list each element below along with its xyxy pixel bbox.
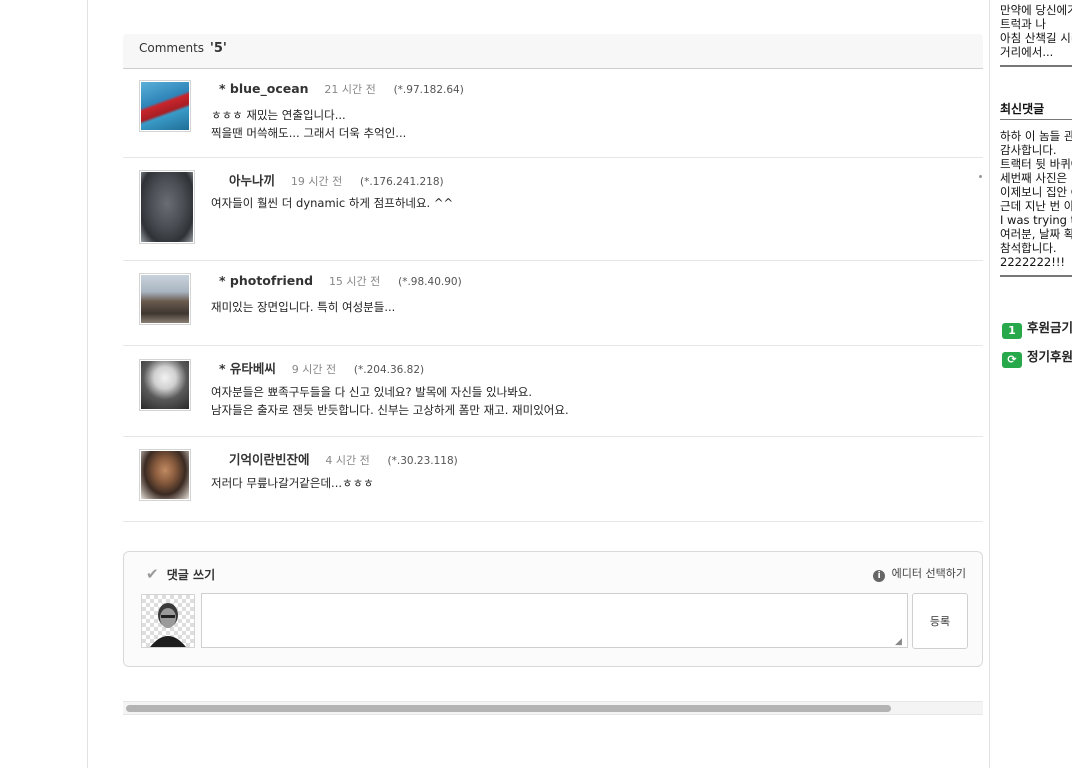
comment-body: 여자분들은 뾰족구두들을 다 신고 있네요? 발목에 자신들 있나봐요. 남자들… bbox=[211, 383, 569, 419]
comment-ip: (*.30.23.118) bbox=[387, 455, 458, 467]
recent-comment-link[interactable]: 트랙터 뒷 바퀴에 bbox=[1000, 157, 1072, 171]
comment-item: 아누나끼 19 시간 전 (*.176.241.218) 여자들이 훨씬 더 d… bbox=[123, 158, 983, 261]
horizontal-scrollbar[interactable] bbox=[123, 701, 983, 715]
comment-author[interactable]: * photofriend bbox=[219, 273, 313, 288]
sidebar-divider bbox=[1000, 275, 1072, 277]
comment-meta: 아누나끼 19 시간 전 (*.176.241.218) bbox=[229, 170, 444, 189]
comment-time: 15 시간 전 bbox=[328, 275, 381, 288]
comment-line: 재미있는 장면입니다. 특히 여성분들... bbox=[211, 300, 396, 314]
comment-time: 9 시간 전 bbox=[291, 363, 337, 376]
comment-item: * blue_ocean 21 시간 전 (*.97.182.64) ㅎㅎㅎ 재… bbox=[123, 69, 983, 158]
recent-comment-link[interactable]: 2222222!!! bbox=[1000, 255, 1065, 269]
editor-select-link[interactable]: i 에디터 선택하기 bbox=[873, 565, 966, 582]
comment-avatar[interactable] bbox=[139, 80, 191, 132]
comment-time: 21 시간 전 bbox=[324, 83, 376, 96]
content-right-border bbox=[989, 0, 990, 768]
red-dress-photo-avatar-icon bbox=[141, 82, 189, 130]
comment-body: ㅎㅎㅎ 재밌는 연출입니다... 찍을땐 머쓱해도... 그래서 더욱 추억인.… bbox=[211, 106, 406, 142]
comment-textarea[interactable] bbox=[201, 593, 908, 648]
comment-avatar[interactable] bbox=[139, 449, 191, 501]
submit-comment-button[interactable]: 등록 bbox=[912, 593, 968, 649]
recent-comment-link[interactable]: I was trying to bbox=[1000, 213, 1072, 227]
comment-avatar[interactable] bbox=[139, 273, 191, 325]
comments-label-wrap: Comments '5' bbox=[139, 41, 227, 56]
man-glasses-avatar-icon bbox=[141, 451, 189, 499]
comment-body: 저러다 무릎나갈거같은데...ㅎㅎㅎ bbox=[211, 474, 374, 492]
editor-select-label[interactable]: 에디터 선택하기 bbox=[892, 567, 966, 580]
comment-meta: * 유타베씨 9 시간 전 (*.204.36.82) bbox=[219, 358, 424, 377]
recent-comment-link[interactable]: 세번째 사진은 ! bbox=[1000, 171, 1072, 185]
horizontal-scrollbar-thumb[interactable] bbox=[126, 705, 891, 712]
sidebar-divider bbox=[1000, 65, 1072, 67]
comment-line: 남자들은 출자로 잰듯 반듯합니다. 신부는 고상하게 폼만 재고. 재미있어요… bbox=[211, 403, 569, 417]
eiffel-tower-avatar-icon bbox=[141, 275, 189, 323]
recent-comments-title: 최신댓글 bbox=[1000, 102, 1045, 116]
comment-line: 저러다 무릎나갈거같은데...ㅎㅎㅎ bbox=[211, 476, 374, 490]
comment-meta: * blue_ocean 21 시간 전 (*.97.182.64) bbox=[219, 81, 464, 97]
comments-count: '5' bbox=[209, 41, 227, 56]
comment-author[interactable]: 기억이란빈잔에 bbox=[229, 452, 310, 467]
write-title: ✔ 댓글 쓰기 bbox=[146, 565, 215, 583]
comment-item: 기억이란빈잔에 4 시간 전 (*.30.23.118) 저러다 무릎나갈거같은… bbox=[123, 437, 983, 522]
comments-label: Comments bbox=[139, 41, 205, 55]
comment-write-box: ✔ 댓글 쓰기 i 에디터 선택하기 ◢ 등록 bbox=[123, 551, 983, 667]
comment-time: 4 시간 전 bbox=[325, 454, 370, 467]
comment-item: * 유타베씨 9 시간 전 (*.204.36.82) 여자분들은 뾰족구두들을… bbox=[123, 346, 983, 437]
recent-comment-link[interactable]: 하하 이 놈들 관 bbox=[1000, 129, 1072, 143]
comment-line: 찍을땐 머쓱해도... 그래서 더욱 추억인... bbox=[211, 126, 407, 140]
regular-donation-button[interactable]: ⟳ 정기후원 bbox=[1002, 346, 1072, 368]
sidebar-post-link[interactable]: 만약에 당신에기 bbox=[1000, 3, 1072, 17]
comment-ip: (*.97.182.64) bbox=[393, 84, 464, 96]
recent-comment-link[interactable]: 참석합니다. bbox=[1000, 241, 1057, 255]
donate-icon: 1 bbox=[1002, 323, 1022, 339]
sidebar-post-link[interactable]: 아침 산책길 시리 bbox=[1000, 31, 1072, 45]
check-icon: ✔ bbox=[146, 565, 159, 583]
comment-body: 재미있는 장면입니다. 특히 여성분들... bbox=[211, 298, 395, 316]
comment-line: ㅎㅎㅎ 재밌는 연출입니다... bbox=[211, 108, 346, 122]
content-left-border bbox=[87, 0, 88, 768]
info-icon: i bbox=[873, 570, 886, 582]
comment-meta: 기억이란빈잔에 4 시간 전 (*.30.23.118) bbox=[229, 449, 458, 468]
comment-line: 여자분들은 뾰족구두들을 다 신고 있네요? 발목에 자신들 있나봐요. bbox=[211, 385, 533, 399]
comment-ip: (*.176.241.218) bbox=[360, 176, 444, 188]
user-portrait-icon bbox=[150, 603, 186, 647]
recent-comment-link[interactable]: 근데 지난 번 아 bbox=[1000, 199, 1072, 213]
donate-label[interactable]: 후원금기 bbox=[1027, 320, 1072, 335]
comment-author[interactable]: * 유타베씨 bbox=[219, 361, 276, 376]
recent-comment-link[interactable]: 감사합니다. bbox=[1000, 143, 1057, 157]
sidebar-post-link[interactable]: 거리에서... bbox=[1000, 45, 1053, 59]
donate-button[interactable]: 1 후원금기 bbox=[1002, 317, 1072, 339]
comments-header: Comments '5' bbox=[123, 34, 983, 69]
sidebar-divider bbox=[1000, 119, 1072, 120]
gray-dog-avatar-icon bbox=[141, 172, 193, 242]
current-user-avatar bbox=[141, 594, 195, 648]
comment-body: 여자들이 훨씬 더 dynamic 하게 점프하네요. ^^ bbox=[211, 194, 453, 212]
comment-avatar[interactable] bbox=[139, 170, 195, 244]
recent-comment-link[interactable]: 여러분, 날짜 확 bbox=[1000, 227, 1072, 241]
comment-avatar[interactable] bbox=[139, 359, 191, 411]
recent-comment-link[interactable]: 이제보니 집안 C bbox=[1000, 185, 1072, 199]
regular-donation-label[interactable]: 정기후원 bbox=[1027, 349, 1072, 364]
sidebar-post-link[interactable]: 트럭과 나 bbox=[1000, 17, 1046, 31]
comment-ip: (*.204.36.82) bbox=[353, 364, 425, 376]
comment-meta: * photofriend 15 시간 전 (*.98.40.90) bbox=[219, 273, 462, 289]
right-sidebar: 만약에 당신에기 트럭과 나 아침 산책길 시리 거리에서... 최신댓글 하하… bbox=[1000, 0, 1072, 768]
comment-author[interactable]: 아누나끼 bbox=[229, 173, 275, 188]
comment-author[interactable]: * blue_ocean bbox=[219, 81, 309, 96]
bw-portrait-avatar-icon bbox=[141, 361, 189, 409]
comment-time: 19 시간 전 bbox=[290, 175, 343, 188]
recurring-icon: ⟳ bbox=[1002, 352, 1022, 368]
comment-ip: (*.98.40.90) bbox=[398, 276, 462, 288]
comment-line: 여자들이 훨씬 더 dynamic 하게 점프하네요. ^^ bbox=[211, 196, 454, 210]
write-title-text: 댓글 쓰기 bbox=[166, 568, 216, 582]
comment-item: * photofriend 15 시간 전 (*.98.40.90) 재미있는 … bbox=[123, 261, 983, 346]
